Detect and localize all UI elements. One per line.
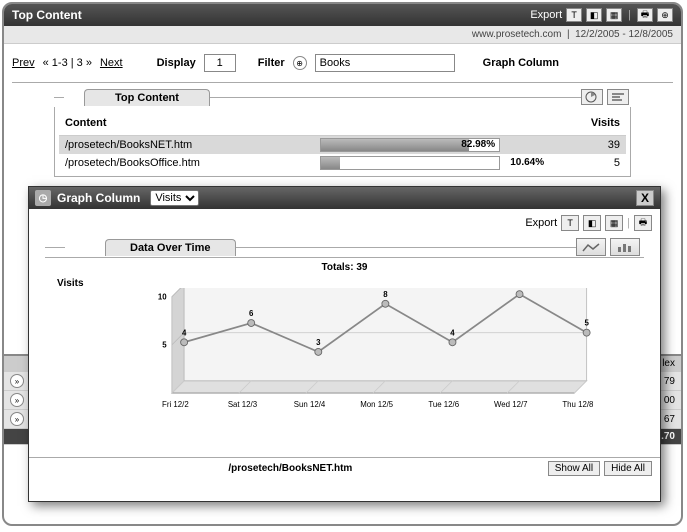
col-visits: Visits (513, 111, 626, 136)
table-row[interactable]: /prosetech/BooksOffice.htm 10.64% 5 (59, 154, 626, 172)
chart-totals: Totals: 39 (49, 262, 640, 273)
chart-footer-path: /prosetech/BooksNET.htm (37, 463, 544, 474)
hide-all-button[interactable]: Hide All (604, 461, 652, 476)
svg-text:4: 4 (182, 328, 187, 337)
expand-icon[interactable]: » (10, 374, 24, 388)
prev-link[interactable]: Prev (12, 57, 35, 69)
next-link[interactable]: Next (100, 57, 123, 69)
display-label: Display (157, 57, 196, 69)
filter-label: Filter (258, 57, 285, 69)
dialog-title: Graph Column (57, 191, 140, 205)
page-range: « 1-3 | 3 » (43, 57, 92, 69)
expand-icon[interactable]: » (10, 412, 24, 426)
svg-text:Fri 12/2: Fri 12/2 (162, 400, 189, 409)
y-axis-label: Visits (57, 278, 84, 289)
export-excel-icon[interactable]: ▦ (606, 8, 622, 22)
svg-text:5: 5 (162, 341, 167, 350)
dlg-export-excel-icon[interactable]: ▦ (605, 215, 623, 231)
col-content: Content (59, 111, 314, 136)
pie-toggle-icon[interactable] (581, 89, 603, 105)
export-label: Export (530, 9, 562, 21)
dlg-tab-dataover: Data Over Time (105, 239, 236, 256)
filter-mode-icon[interactable]: ⊕ (293, 56, 307, 70)
svg-text:9: 9 (517, 288, 522, 289)
show-all-button[interactable]: Show All (548, 461, 600, 476)
svg-text:Sun 12/4: Sun 12/4 (294, 400, 326, 409)
page-title: Top Content (12, 8, 82, 22)
svg-text:Thu 12/8: Thu 12/8 (562, 400, 594, 409)
export-xml-icon[interactable]: ◧ (586, 8, 602, 22)
percent-bar: 10.64% (320, 156, 500, 170)
svg-text:6: 6 (249, 309, 254, 318)
percent-bar: 82.98% (320, 138, 500, 152)
svg-text:10: 10 (158, 292, 167, 301)
dlg-export-xml-icon[interactable]: ◧ (583, 215, 601, 231)
svg-text:3: 3 (316, 338, 321, 347)
export-text-icon[interactable]: T (566, 8, 582, 22)
print-icon[interactable]: 🖶 (637, 8, 653, 22)
graph-column-dialog: ◷ Graph Column Visits X Export T ◧ ▦ | 🖶… (28, 186, 661, 502)
expand-icon[interactable]: » (10, 393, 24, 407)
close-icon[interactable]: X (636, 190, 654, 206)
dlg-export-label: Export (525, 217, 557, 229)
clock-icon: ◷ (35, 190, 51, 206)
line-chart: 5 10 4 6 3 8 4 9 5 Fri 12/2 Sat 12/3 Sun 12/4 Mon 12… (105, 288, 615, 428)
svg-text:8: 8 (383, 290, 388, 299)
filter-input[interactable] (315, 54, 455, 72)
info-strip: www.prosetech.com | 12/2/2005 - 12/8/200… (4, 26, 681, 44)
index-header: lex (662, 358, 675, 369)
bar-chart-icon[interactable] (610, 238, 640, 256)
svg-text:Tue 12/6: Tue 12/6 (428, 400, 459, 409)
svg-text:Sat 12/3: Sat 12/3 (228, 400, 258, 409)
line-chart-icon[interactable] (576, 238, 606, 256)
column-select[interactable]: Visits (150, 190, 199, 206)
section-tab-topcontent: Top Content (84, 89, 210, 106)
table-row[interactable]: /prosetech/BooksNET.htm 82.98% 39 (59, 136, 626, 155)
display-input[interactable] (204, 54, 236, 72)
svg-text:Mon 12/5: Mon 12/5 (360, 400, 393, 409)
separator: | (628, 9, 631, 21)
dlg-print-icon[interactable]: 🖶 (634, 215, 652, 231)
dlg-export-text-icon[interactable]: T (561, 215, 579, 231)
svg-text:5: 5 (584, 319, 589, 328)
bar-toggle-icon[interactable] (607, 89, 629, 105)
svg-text:4: 4 (450, 328, 455, 337)
add-dashboard-icon[interactable]: ⊕ (657, 8, 673, 22)
svg-text:Wed 12/7: Wed 12/7 (494, 400, 527, 409)
graph-column-label: Graph Column (483, 57, 559, 69)
